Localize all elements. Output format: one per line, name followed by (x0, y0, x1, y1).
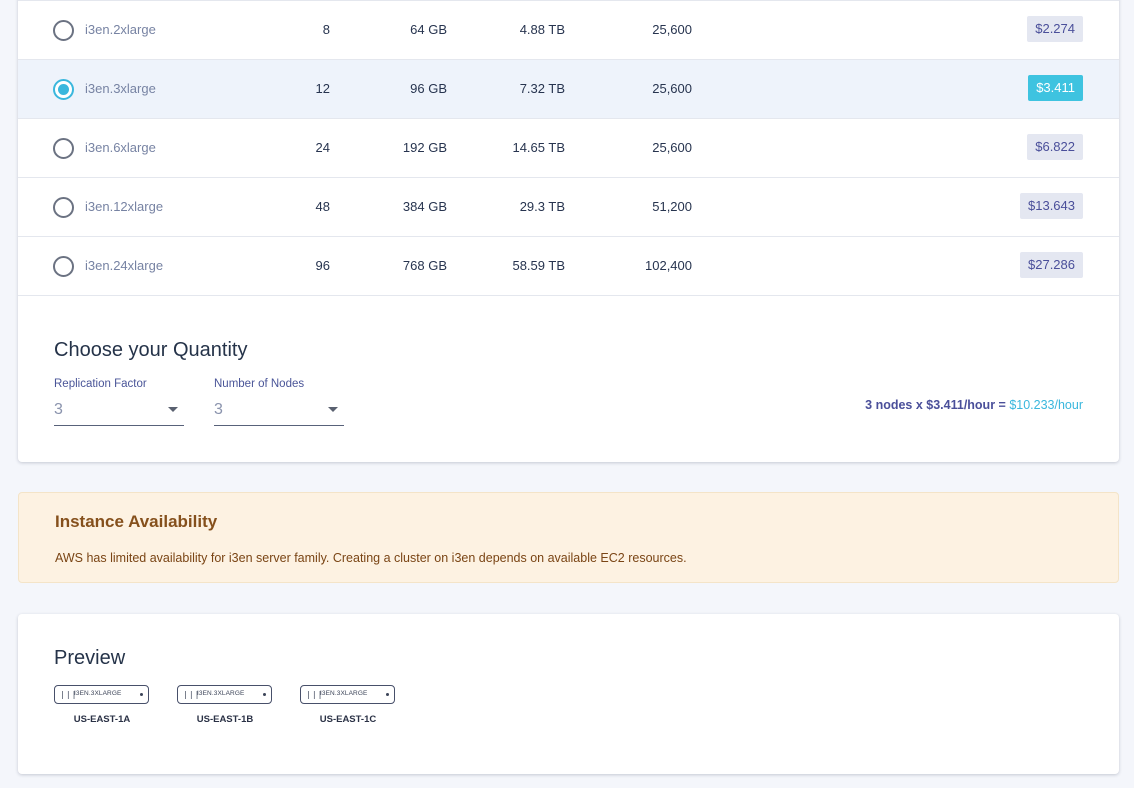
server-icon: ||| I3EN.3XLARGE (300, 685, 395, 704)
instance-row-i3en-24xlarge[interactable]: i3en.24xlarge 96 768 GB 58.59 TB 102,400… (18, 236, 1119, 296)
instance-network: 25,600 (652, 22, 692, 37)
status-dot-icon (386, 693, 389, 696)
instance-memory: 384 GB (402, 199, 447, 214)
quantity-title: Choose your Quantity (54, 339, 248, 361)
node-zone: US-EAST-1A (73, 714, 131, 725)
instance-network: 51,200 (652, 199, 692, 214)
replication-factor-value[interactable]: 3 (54, 399, 184, 426)
cost-summary-prefix: 3 nodes x $3.411/hour = (865, 398, 1010, 412)
instance-price-badge: $6.822 (1027, 134, 1083, 160)
number-of-nodes-value[interactable]: 3 (214, 399, 344, 426)
instance-vcpus: 24 (315, 140, 330, 155)
instance-row-i3en-12xlarge[interactable]: i3en.12xlarge 48 384 GB 29.3 TB 51,200 $… (18, 177, 1119, 236)
instance-row-i3en-6xlarge[interactable]: i3en.6xlarge 24 192 GB 14.65 TB 25,600 $… (18, 118, 1119, 177)
preview-node: ||| I3EN.3XLARGE US-EAST-1B (177, 685, 273, 725)
preview-node: ||| I3EN.3XLARGE US-EAST-1C (300, 685, 396, 725)
chevron-down-icon[interactable] (168, 407, 178, 412)
instance-radio[interactable] (53, 197, 74, 218)
node-instance-type: I3EN.3XLARGE (197, 690, 245, 697)
instance-network: 102,400 (645, 258, 692, 273)
instance-memory: 64 GB (410, 22, 447, 37)
instance-price-badge: $2.274 (1027, 16, 1083, 42)
node-zone: US-EAST-1B (196, 714, 254, 725)
instance-memory: 192 GB (402, 140, 447, 155)
preview-title: Preview (54, 647, 126, 669)
preview-card: Preview ||| I3EN.3XLARGE US-EAST-1A ||| … (18, 614, 1119, 774)
instance-vcpus: 48 (315, 199, 330, 214)
chevron-down-icon[interactable] (328, 407, 338, 412)
replication-factor-label: Replication Factor (54, 378, 147, 390)
instance-storage: 4.88 TB (519, 22, 565, 37)
instance-vcpus: 8 (322, 22, 330, 37)
instance-vcpus: 96 (315, 258, 330, 273)
server-icon: ||| I3EN.3XLARGE (177, 685, 272, 704)
instance-price-badge: $13.643 (1020, 193, 1083, 219)
availability-title: Instance Availability (55, 512, 218, 531)
cost-summary-total: $10.233/hour (1009, 398, 1083, 412)
instance-radio[interactable] (53, 20, 74, 41)
node-instance-type: I3EN.3XLARGE (320, 690, 368, 697)
instance-availability-alert: Instance Availability AWS has limited av… (18, 492, 1119, 583)
number-of-nodes-value-text: 3 (214, 401, 223, 418)
instance-price-badge: $27.286 (1020, 252, 1083, 278)
number-of-nodes-select[interactable]: Number of Nodes 3 (214, 378, 344, 426)
instance-row-i3en-2xlarge[interactable]: i3en.2xlarge 8 64 GB 4.88 TB 25,600 $2.2… (18, 0, 1119, 59)
instance-storage: 58.59 TB (512, 258, 565, 273)
availability-message: AWS has limited availability for i3en se… (55, 551, 687, 565)
instance-name: i3en.6xlarge (85, 140, 156, 155)
status-dot-icon (263, 693, 266, 696)
node-instance-type: I3EN.3XLARGE (74, 690, 122, 697)
cost-summary: 3 nodes x $3.411/hour = $10.233/hour (865, 398, 1083, 412)
instance-storage: 7.32 TB (519, 81, 565, 96)
instance-radio[interactable] (53, 138, 74, 159)
instance-radio-selected[interactable] (53, 79, 74, 100)
instance-memory: 96 GB (410, 81, 447, 96)
replication-factor-value-text: 3 (54, 401, 63, 418)
instance-name: i3en.2xlarge (85, 22, 156, 37)
instance-name: i3en.12xlarge (85, 199, 164, 214)
status-dot-icon (140, 693, 143, 696)
instance-network: 25,600 (652, 81, 692, 96)
preview-node: ||| I3EN.3XLARGE US-EAST-1A (54, 685, 150, 725)
replication-factor-select[interactable]: Replication Factor 3 (54, 378, 184, 426)
instance-radio[interactable] (53, 256, 74, 277)
instance-price-badge: $3.411 (1028, 75, 1083, 101)
number-of-nodes-label: Number of Nodes (214, 378, 305, 390)
instance-name: i3en.24xlarge (85, 258, 164, 273)
instance-vcpus: 12 (315, 81, 330, 96)
instance-row-i3en-3xlarge[interactable]: i3en.3xlarge 12 96 GB 7.32 TB 25,600 $3.… (18, 59, 1119, 118)
node-zone: US-EAST-1C (319, 714, 377, 725)
instance-storage: 29.3 TB (519, 199, 565, 214)
instance-network: 25,600 (652, 140, 692, 155)
instance-type-card: i3en.2xlarge 8 64 GB 4.88 TB 25,600 $2.2… (18, 0, 1119, 462)
instance-memory: 768 GB (402, 258, 447, 273)
instance-name: i3en.3xlarge (85, 81, 156, 96)
server-icon: ||| I3EN.3XLARGE (54, 685, 149, 704)
row-divider (18, 295, 1119, 296)
instance-storage: 14.65 TB (512, 140, 565, 155)
